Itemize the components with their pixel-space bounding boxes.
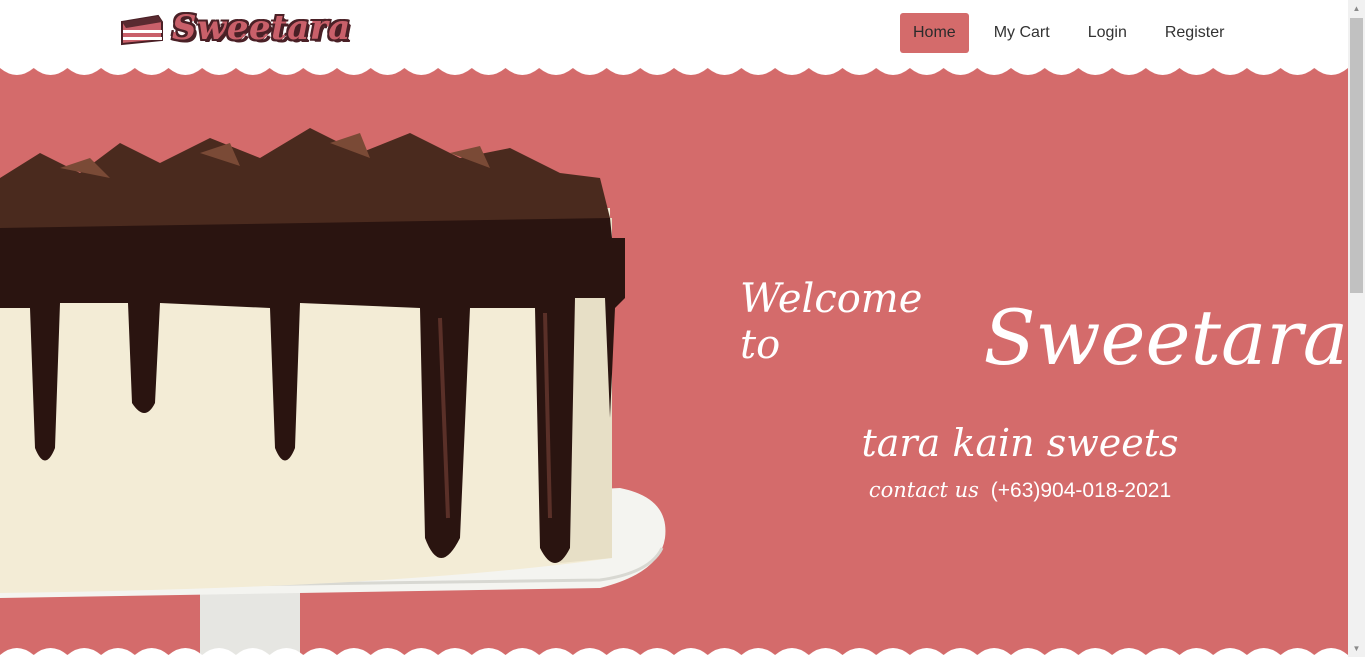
hero-banner: Welcome to Sweetara tara kain sweets con… [0, 66, 1348, 657]
nav-my-cart[interactable]: My Cart [981, 13, 1063, 53]
scrollbar-thumb[interactable] [1350, 18, 1363, 293]
brand-logo-link[interactable]: Sweetara [118, 8, 351, 48]
scroll-up-arrow-icon[interactable]: ▲ [1348, 0, 1365, 17]
scroll-down-arrow-icon[interactable]: ▼ [1348, 640, 1365, 657]
welcome-heading: Welcome to Sweetara [740, 276, 1348, 376]
scallop-border-bottom [0, 643, 1348, 657]
chocolate-drip-cake-image [0, 128, 666, 657]
navbar: Sweetara Home My Cart Login Register [0, 0, 1348, 66]
main-nav: Home My Cart Login Register [900, 13, 1249, 53]
vertical-scrollbar[interactable]: ▲ ▼ [1348, 0, 1365, 657]
nav-register[interactable]: Register [1152, 13, 1238, 53]
scallop-border-top [0, 66, 1348, 80]
contact-line: contact us (+63)904-018-2021 [740, 478, 1300, 503]
brand-name: Sweetara [172, 8, 351, 48]
welcome-brand-name: Sweetara [983, 293, 1348, 382]
welcome-prefix: Welcome to [740, 276, 923, 368]
cake-slice-icon [121, 14, 163, 46]
tagline: tara kain sweets [861, 421, 1179, 465]
nav-login[interactable]: Login [1075, 13, 1140, 53]
nav-home[interactable]: Home [900, 13, 969, 53]
contact-label: contact us [868, 478, 979, 502]
contact-number: (+63)904-018-2021 [990, 479, 1172, 502]
